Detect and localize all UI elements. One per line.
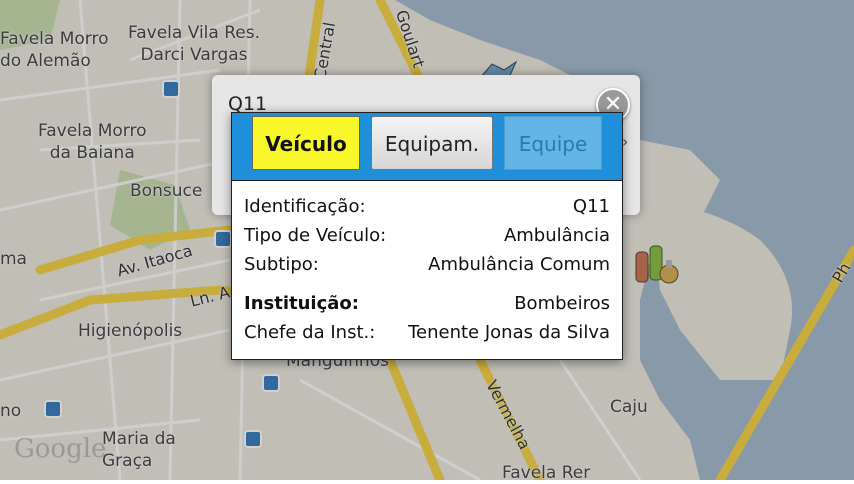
vehicle-info-card: Veículo Equipam. Equipe Identificação: Q… xyxy=(231,112,623,360)
google-logo: Google xyxy=(14,434,107,464)
row-value: Bombeiros xyxy=(514,293,610,314)
tab-equipamentos[interactable]: Equipam. xyxy=(371,116,493,170)
row-identificacao: Identificação: Q11 xyxy=(244,193,610,221)
row-value: Tenente Jonas da Silva xyxy=(408,322,610,343)
tab-bar: Veículo Equipam. Equipe xyxy=(232,113,622,181)
row-value: Ambulância Comum xyxy=(428,254,610,275)
tab-veiculo[interactable]: Veículo xyxy=(252,116,360,170)
row-label: Identificação: xyxy=(244,196,366,217)
row-value: Ambulância xyxy=(503,225,610,246)
row-instituicao: Instituição: Bombeiros xyxy=(244,290,610,318)
row-tipo-veiculo: Tipo de Veículo: Ambulância xyxy=(244,222,610,250)
row-chefe-inst: Chefe da Inst.: Tenente Jonas da Silva xyxy=(244,319,610,347)
row-label: Subtipo: xyxy=(244,254,319,275)
row-subtipo: Subtipo: Ambulância Comum xyxy=(244,251,610,279)
row-label: Instituição: xyxy=(244,293,359,314)
row-label: Tipo de Veículo: xyxy=(244,225,387,246)
row-value: Q11 xyxy=(572,196,610,217)
tab-equipe: Equipe xyxy=(504,116,602,170)
row-label: Chefe da Inst.: xyxy=(244,322,376,343)
